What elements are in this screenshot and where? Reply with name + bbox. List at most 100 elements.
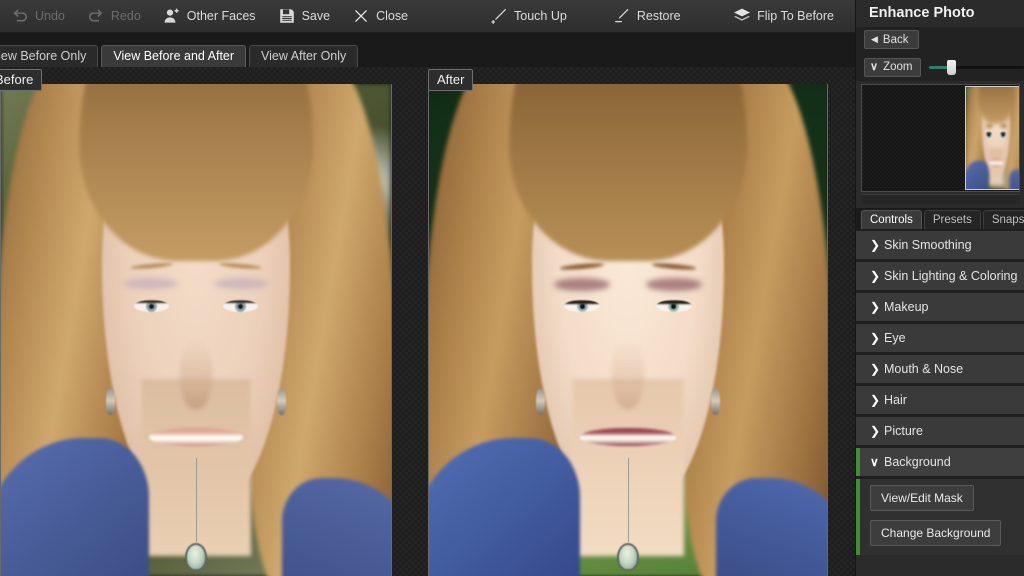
redo-label: Redo xyxy=(110,9,141,23)
flip-to-before-label: Flip To Before xyxy=(757,9,834,23)
panel-tabbar: Controls Presets Snapshots xyxy=(856,208,1024,229)
touch-up-button[interactable]: Touch Up xyxy=(479,0,578,33)
touch-up-brush-icon xyxy=(490,7,508,25)
button-label: View/Edit Mask xyxy=(881,491,963,505)
accordion-label: Skin Smoothing xyxy=(884,238,972,252)
accordion-item-hair[interactable]: ❯ Hair xyxy=(856,386,1024,414)
after-necklace-chain xyxy=(627,457,629,542)
tab-view-before-only[interactable]: View Before Only xyxy=(0,45,99,67)
background-section-body: View/Edit Mask Change Background xyxy=(856,479,1024,555)
other-faces-icon xyxy=(163,7,181,25)
after-earring-right xyxy=(710,389,720,416)
redo-icon xyxy=(87,7,105,25)
before-label: Before xyxy=(0,69,43,91)
tab-presets[interactable]: Presets xyxy=(923,210,981,229)
tab-label: View After Only xyxy=(261,49,347,63)
save-button[interactable]: Save xyxy=(267,0,342,33)
after-shirt-right xyxy=(715,477,827,576)
accordion-label: Picture xyxy=(884,424,923,438)
zoom-section-toggle[interactable]: ∨ Zoom xyxy=(864,57,922,77)
change-background-button[interactable]: Change Background xyxy=(870,520,1002,546)
chevron-right-icon: ❯ xyxy=(870,362,881,376)
after-photo-frame xyxy=(428,84,828,576)
other-faces-button[interactable]: Other Faces xyxy=(152,0,267,33)
view-edit-mask-button[interactable]: View/Edit Mask xyxy=(870,485,974,511)
back-button[interactable]: ◀ Back xyxy=(864,30,919,49)
restore-button[interactable]: Restore xyxy=(602,0,692,33)
close-button[interactable]: Close xyxy=(341,0,419,33)
after-shirt-left xyxy=(429,438,581,576)
before-necklace-chain xyxy=(195,457,197,542)
chevron-right-icon: ❯ xyxy=(870,331,881,345)
before-image-pane[interactable]: Before xyxy=(0,67,392,576)
before-earring-left xyxy=(106,389,116,416)
tab-controls[interactable]: Controls xyxy=(861,210,922,229)
other-faces-label: Other Faces xyxy=(186,9,256,23)
chevron-right-icon: ❯ xyxy=(870,393,881,407)
tab-view-before-and-after[interactable]: View Before and After xyxy=(101,45,247,67)
undo-button[interactable]: Undo xyxy=(0,0,76,33)
after-image-pane[interactable]: After xyxy=(428,67,828,576)
right-sidebar: Enhance Photo ◀ Back ∨ Zoom Controls Pre… xyxy=(855,0,1024,576)
tab-label: View Before and After xyxy=(113,49,235,63)
after-pendant xyxy=(617,543,639,572)
accordion-label: Hair xyxy=(884,393,907,407)
restore-label: Restore xyxy=(636,9,681,23)
zoom-slider-thumb[interactable] xyxy=(947,60,957,75)
section-accent-bar xyxy=(856,479,860,555)
top-toolbar: Undo Redo Other Faces Save Close Touch U… xyxy=(0,0,855,33)
view-mode-tabbar: View Before Only View Before and After V… xyxy=(0,33,855,67)
application-window: Undo Redo Other Faces Save Close Touch U… xyxy=(0,0,1024,576)
zoom-row: ∨ Zoom xyxy=(856,53,1024,81)
accordion-item-makeup[interactable]: ❯ Makeup xyxy=(856,293,1024,321)
tab-snapshots[interactable]: Snapshots xyxy=(982,210,1024,229)
redo-button[interactable]: Redo xyxy=(76,0,152,33)
accordion-item-mouth-nose[interactable]: ❯ Mouth & Nose xyxy=(856,355,1024,383)
accordion-label: Mouth & Nose xyxy=(884,362,964,376)
accordion-item-picture[interactable]: ❯ Picture xyxy=(856,417,1024,445)
image-canvas[interactable]: Before xyxy=(0,67,855,576)
before-shirt-left xyxy=(1,438,150,576)
after-earring-left xyxy=(536,389,546,416)
accordion-label: Background xyxy=(884,455,951,469)
tab-view-after-only[interactable]: View After Only xyxy=(249,45,359,67)
chevron-right-icon: ❯ xyxy=(870,424,881,438)
layers-icon xyxy=(733,7,751,25)
before-photo xyxy=(1,84,391,576)
controls-accordion: ❯ Skin Smoothing ❯ Skin Lighting & Color… xyxy=(856,229,1024,555)
before-shirt-right xyxy=(281,477,391,576)
preview-strip xyxy=(861,194,1020,204)
preview-thumbnail[interactable] xyxy=(965,86,1019,190)
chevron-right-icon: ❯ xyxy=(870,238,881,252)
accordion-item-skin-smoothing[interactable]: ❯ Skin Smoothing xyxy=(856,231,1024,259)
close-label: Close xyxy=(376,9,409,23)
save-icon xyxy=(278,7,296,25)
accordion-label: Makeup xyxy=(884,300,929,314)
restore-brush-icon xyxy=(613,7,631,25)
touch-up-label: Touch Up xyxy=(514,9,567,23)
page-title: Enhance Photo xyxy=(856,0,1024,27)
save-label: Save xyxy=(301,9,331,23)
tab-label: Snapshots xyxy=(991,214,1024,226)
before-photo-frame xyxy=(0,84,392,576)
chevron-down-icon: ∨ xyxy=(870,455,879,469)
back-row: ◀ Back xyxy=(856,27,1024,53)
navigator-preview[interactable] xyxy=(861,84,1020,192)
section-accent-bar xyxy=(856,448,860,476)
back-label: Back xyxy=(882,33,909,46)
after-photo xyxy=(429,84,827,576)
zoom-label: Zoom xyxy=(883,61,913,73)
chevron-right-icon: ❯ xyxy=(870,300,881,314)
accordion-item-eye[interactable]: ❯ Eye xyxy=(856,324,1024,352)
undo-icon xyxy=(11,7,29,25)
accordion-label: Skin Lighting & Coloring xyxy=(884,269,1018,283)
before-nose xyxy=(180,339,212,409)
flip-to-before-button[interactable]: Flip To Before xyxy=(722,0,845,33)
button-label: Change Background xyxy=(881,526,991,540)
zoom-slider[interactable] xyxy=(929,60,1024,75)
before-pendant xyxy=(185,543,207,572)
after-nose xyxy=(612,339,644,409)
close-icon xyxy=(352,7,370,25)
accordion-item-skin-lighting-coloring[interactable]: ❯ Skin Lighting & Coloring xyxy=(856,262,1024,290)
accordion-item-background[interactable]: ∨ Background xyxy=(856,448,1024,476)
